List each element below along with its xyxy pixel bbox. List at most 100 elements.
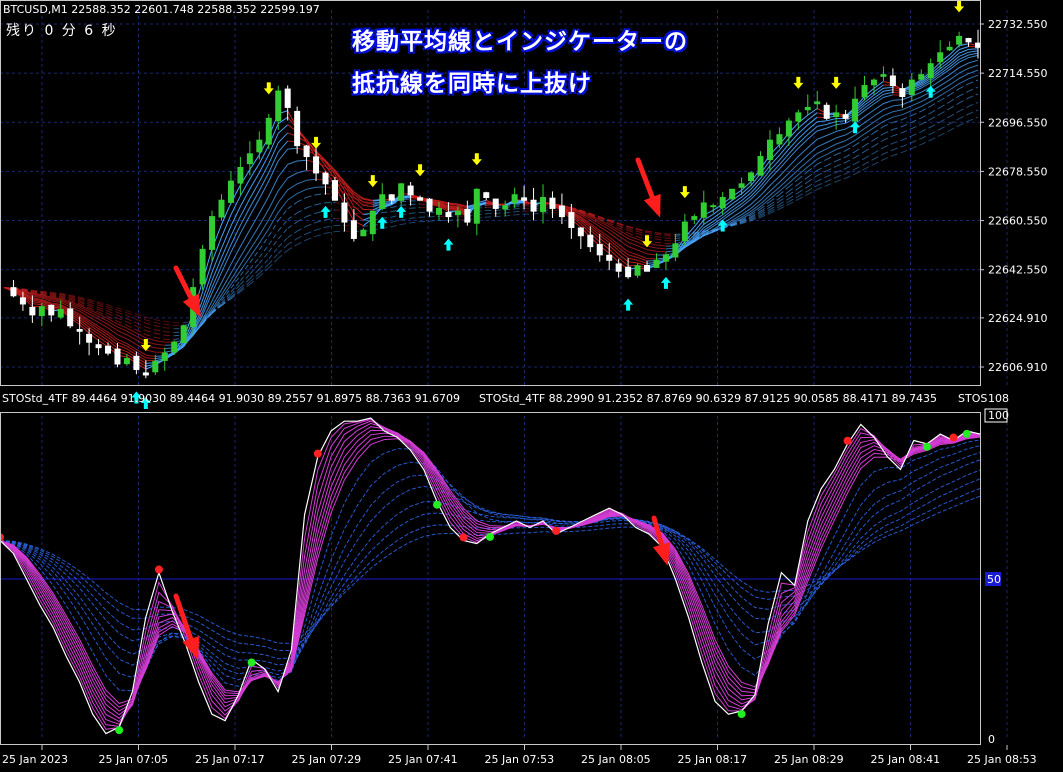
buy-signal-icon [320, 205, 331, 218]
candle-body [454, 210, 461, 216]
price-tick-label: 22606.910 [988, 361, 1048, 374]
buy-signal-icon [623, 298, 634, 311]
cross-down-dot [949, 433, 958, 442]
candle-body [587, 234, 594, 248]
candle-body [86, 333, 93, 343]
candle-body [596, 244, 603, 256]
ma-line-down [3, 205, 676, 333]
buy-signal-icon [660, 276, 671, 289]
candle-body [880, 74, 887, 77]
buy-signal-icon [925, 85, 936, 98]
candle-body [67, 308, 74, 327]
candle-body [653, 259, 660, 268]
candle-body [379, 194, 386, 209]
cross-up-dot [923, 442, 932, 451]
candle-body [275, 90, 282, 122]
candle-body [511, 194, 518, 203]
sell-signal-icon [831, 76, 842, 89]
price-tick-label: 22642.550 [988, 264, 1048, 277]
ma-line-down [3, 178, 666, 346]
price-tick-label: 22714.550 [988, 67, 1048, 80]
candle-body [738, 183, 745, 188]
time-tick-label: 25 Jan 07:41 [388, 753, 458, 766]
price-tick-label: 22678.550 [988, 165, 1048, 178]
trading-chart[interactable]: 22732.550 22714.550 22696.550 22678.550 2266… [0, 0, 1063, 772]
candle-body [577, 227, 584, 237]
indicator-header-left: STOStd_4TF 89.4464 91.9030 89.4464 91.90… [2, 392, 461, 405]
candle-body [956, 35, 963, 45]
osc-band-line [0, 418, 981, 730]
candle-body [133, 355, 140, 370]
candle-body [852, 98, 859, 122]
candle-body [417, 197, 424, 201]
buy-signal-icon [377, 216, 388, 229]
time-tick-label: 25 Jan 07:05 [99, 753, 169, 766]
ma-line-down [3, 86, 903, 364]
time-tick-label: 25 Jan 07:53 [485, 753, 555, 766]
candle-body [246, 153, 253, 165]
candle-body [265, 117, 272, 145]
candle-body [975, 42, 981, 48]
candle-body [57, 308, 64, 318]
candle-body [625, 266, 632, 278]
candle-body [927, 63, 934, 79]
cross-down-dot [154, 565, 163, 574]
overlay-title-line1: 移動平均線とインジケーターの [352, 29, 688, 55]
sell-signal-icon [471, 153, 482, 166]
sell-signal-icon [642, 235, 653, 248]
sell-signal-icon [415, 164, 426, 177]
candle-body [634, 265, 641, 276]
candle-body [814, 101, 821, 105]
buy-signal-icon [443, 238, 454, 251]
candle-body [719, 196, 726, 209]
candle-body [710, 205, 717, 208]
osc-tick-100: 100 [988, 409, 1009, 422]
candle-body [322, 172, 329, 185]
candle-body [123, 358, 130, 365]
sell-signal-icon [793, 76, 804, 89]
callout-arrow-osc-1-head [182, 635, 200, 660]
candle-body [76, 328, 83, 332]
candle-body [672, 243, 679, 258]
time-tick-label: 25 Jan 2023 [2, 753, 68, 766]
candle-body [918, 74, 925, 80]
candle-body [776, 134, 783, 145]
candle-body [691, 216, 698, 220]
candle-body [426, 198, 433, 212]
cross-down-dot [843, 436, 852, 445]
osc-tick-0: 0 [988, 733, 995, 746]
candle-body [10, 287, 17, 297]
time-tick-label: 25 Jan 07:29 [292, 753, 362, 766]
candle-body [398, 183, 405, 201]
candle-body [748, 172, 755, 182]
candle-body [237, 166, 244, 184]
candle-body [38, 306, 45, 317]
candle-body [785, 120, 792, 137]
candle-body [558, 205, 565, 218]
cross-down-dot [459, 533, 468, 542]
osc-tick-50: 50 [987, 573, 1001, 586]
time-tick-label: 25 Jan 08:05 [581, 753, 651, 766]
osc-slow-line [0, 459, 981, 672]
candle-body [606, 254, 613, 261]
candle-body [294, 110, 301, 147]
candle-body [227, 180, 234, 203]
candle-body [48, 304, 55, 316]
candle-body [804, 106, 811, 111]
candle-body [407, 185, 414, 196]
ma-line-down [3, 159, 657, 353]
candle-body [937, 52, 944, 63]
candle-body [388, 194, 395, 201]
candle-body [700, 202, 707, 218]
sell-signal-icon [367, 175, 378, 188]
candle-body [861, 85, 868, 98]
time-tick-label: 25 Jan 08:29 [774, 753, 844, 766]
sell-signal-icon [679, 186, 690, 199]
candle-body [29, 306, 36, 316]
candle-body [615, 263, 622, 272]
candle-body [19, 297, 26, 305]
candle-body [766, 139, 773, 161]
candle-body [662, 254, 669, 262]
sell-signal-icon [263, 82, 274, 95]
candle-body [833, 112, 840, 117]
